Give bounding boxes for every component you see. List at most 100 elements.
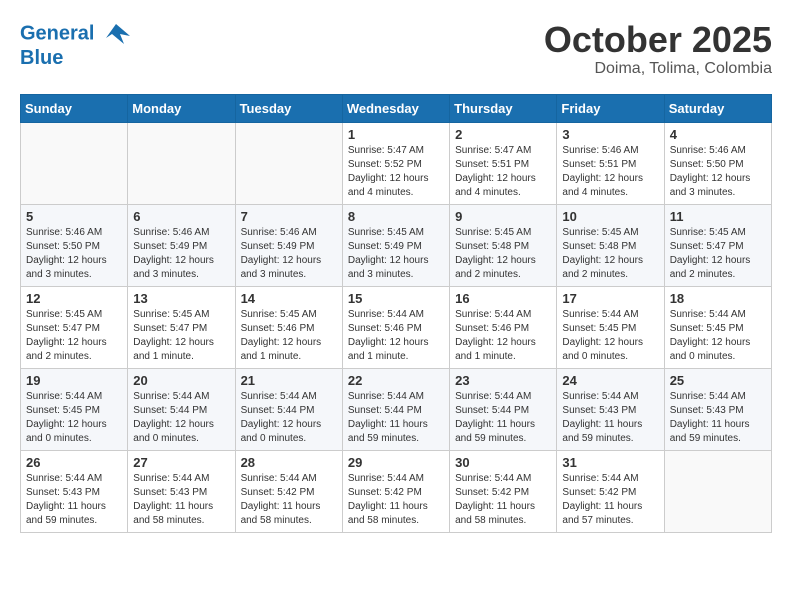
page-header: General Blue October 2025 Doima, Tolima,… [20,20,772,78]
weekday-header-sunday: Sunday [21,94,128,122]
weekday-header-saturday: Saturday [664,94,771,122]
day-info: Sunrise: 5:44 AM Sunset: 5:44 PM Dayligh… [241,390,337,446]
day-number: 23 [455,373,551,388]
day-number: 8 [348,209,444,224]
day-number: 14 [241,291,337,306]
weekday-header-friday: Friday [557,94,664,122]
day-number: 24 [562,373,658,388]
logo-blue: Blue [20,48,130,68]
weekday-header-tuesday: Tuesday [235,94,342,122]
calendar-cell [128,122,235,204]
calendar-cell [664,450,771,532]
calendar-cell: 11 Sunrise: 5:45 AM Sunset: 5:47 PM Dayli… [664,204,771,286]
calendar-cell: 25Sunrise: 5:44 AM Sunset: 5:43 PM Dayli… [664,368,771,450]
day-info: Sunrise: 5:44 AM Sunset: 5:43 PM Dayligh… [562,390,658,446]
calendar-cell: 3 Sunrise: 5:46 AM Sunset: 5:51 PM Daylig… [557,122,664,204]
day-info: Sunrise: 5:46 AM Sunset: 5:49 PM Dayligh… [241,226,337,282]
day-number: 2 [455,127,551,142]
day-info: Sunrise: 5:45 AM Sunset: 5:49 PM Dayligh… [348,226,444,282]
month-title: October 2025 [544,20,772,60]
day-info: Sunrise: 5:44 AM Sunset: 5:42 PM Dayligh… [562,472,658,528]
logo-general: General [20,22,94,44]
calendar-week-row: 12 Sunrise: 5:45 AM Sunset: 5:47 PM Dayli… [21,286,772,368]
calendar-cell: 18 Sunrise: 5:44 AM Sunset: 5:45 PM Dayli… [664,286,771,368]
weekday-header-row: SundayMondayTuesdayWednesdayThursdayFrid… [21,94,772,122]
calendar-cell: 13Sunrise: 5:45 AM Sunset: 5:47 PM Dayli… [128,286,235,368]
day-number: 9 [455,209,551,224]
day-info: Sunrise: 5:46 AM Sunset: 5:50 PM Dayligh… [670,144,766,200]
day-number: 20 [133,373,229,388]
day-number: 4 [670,127,766,142]
day-number: 1 [348,127,444,142]
day-info: Sunrise: 5:45 AM Sunset: 5:47 PM Dayligh… [670,226,766,282]
day-number: 12 [26,291,122,306]
calendar-cell: 5Sunrise: 5:46 AM Sunset: 5:50 PM Daylig… [21,204,128,286]
calendar-week-row: 19Sunrise: 5:44 AM Sunset: 5:45 PM Dayli… [21,368,772,450]
calendar-cell: 4 Sunrise: 5:46 AM Sunset: 5:50 PM Daylig… [664,122,771,204]
day-number: 28 [241,455,337,470]
weekday-header-thursday: Thursday [450,94,557,122]
calendar-cell: 24 Sunrise: 5:44 AM Sunset: 5:43 PM Dayli… [557,368,664,450]
day-info: Sunrise: 5:44 AM Sunset: 5:43 PM Dayligh… [26,472,122,528]
calendar-cell: 22 Sunrise: 5:44 AM Sunset: 5:44 PM Dayli… [342,368,449,450]
day-info: Sunrise: 5:44 AM Sunset: 5:42 PM Dayligh… [348,472,444,528]
calendar-cell: 26Sunrise: 5:44 AM Sunset: 5:43 PM Dayli… [21,450,128,532]
day-info: Sunrise: 5:44 AM Sunset: 5:46 PM Dayligh… [348,308,444,364]
calendar-week-row: 1Sunrise: 5:47 AM Sunset: 5:52 PM Daylig… [21,122,772,204]
calendar-cell: 9 Sunrise: 5:45 AM Sunset: 5:48 PM Daylig… [450,204,557,286]
calendar-cell: 30 Sunrise: 5:44 AM Sunset: 5:42 PM Dayli… [450,450,557,532]
day-number: 15 [348,291,444,306]
day-info: Sunrise: 5:44 AM Sunset: 5:46 PM Dayligh… [455,308,551,364]
day-info: Sunrise: 5:44 AM Sunset: 5:44 PM Dayligh… [133,390,229,446]
day-number: 27 [133,455,229,470]
calendar-cell: 16 Sunrise: 5:44 AM Sunset: 5:46 PM Dayli… [450,286,557,368]
calendar-cell: 19Sunrise: 5:44 AM Sunset: 5:45 PM Dayli… [21,368,128,450]
location-subtitle: Doima, Tolima, Colombia [544,60,772,78]
day-info: Sunrise: 5:44 AM Sunset: 5:43 PM Dayligh… [133,472,229,528]
calendar-cell: 27 Sunrise: 5:44 AM Sunset: 5:43 PM Dayli… [128,450,235,532]
day-info: Sunrise: 5:44 AM Sunset: 5:43 PM Dayligh… [670,390,766,446]
day-number: 19 [26,373,122,388]
day-number: 17 [562,291,658,306]
day-info: Sunrise: 5:46 AM Sunset: 5:49 PM Dayligh… [133,226,229,282]
day-number: 11 [670,209,766,224]
logo: General Blue [20,20,130,68]
day-info: Sunrise: 5:44 AM Sunset: 5:45 PM Dayligh… [670,308,766,364]
day-info: Sunrise: 5:46 AM Sunset: 5:50 PM Dayligh… [26,226,122,282]
day-number: 30 [455,455,551,470]
day-number: 16 [455,291,551,306]
calendar-week-row: 5Sunrise: 5:46 AM Sunset: 5:50 PM Daylig… [21,204,772,286]
calendar-cell: 8 Sunrise: 5:45 AM Sunset: 5:49 PM Daylig… [342,204,449,286]
day-number: 6 [133,209,229,224]
calendar-cell: 15 Sunrise: 5:44 AM Sunset: 5:46 PM Dayli… [342,286,449,368]
day-number: 21 [241,373,337,388]
weekday-header-monday: Monday [128,94,235,122]
day-number: 31 [562,455,658,470]
day-number: 29 [348,455,444,470]
day-info: Sunrise: 5:45 AM Sunset: 5:48 PM Dayligh… [455,226,551,282]
day-info: Sunrise: 5:44 AM Sunset: 5:42 PM Dayligh… [455,472,551,528]
day-info: Sunrise: 5:47 AM Sunset: 5:51 PM Dayligh… [455,144,551,200]
title-block: October 2025 Doima, Tolima, Colombia [544,20,772,78]
logo-bird-icon [102,20,130,48]
day-number: 18 [670,291,766,306]
calendar-cell: 29 Sunrise: 5:44 AM Sunset: 5:42 PM Dayli… [342,450,449,532]
calendar-cell: 23 Sunrise: 5:44 AM Sunset: 5:44 PM Dayli… [450,368,557,450]
calendar-table: SundayMondayTuesdayWednesdayThursdayFrid… [20,94,772,533]
day-info: Sunrise: 5:44 AM Sunset: 5:44 PM Dayligh… [455,390,551,446]
day-info: Sunrise: 5:45 AM Sunset: 5:48 PM Dayligh… [562,226,658,282]
day-info: Sunrise: 5:46 AM Sunset: 5:51 PM Dayligh… [562,144,658,200]
calendar-cell: 6 Sunrise: 5:46 AM Sunset: 5:49 PM Daylig… [128,204,235,286]
day-info: Sunrise: 5:44 AM Sunset: 5:44 PM Dayligh… [348,390,444,446]
calendar-cell: 2 Sunrise: 5:47 AM Sunset: 5:51 PM Daylig… [450,122,557,204]
day-info: Sunrise: 5:45 AM Sunset: 5:47 PM Dayligh… [26,308,122,364]
day-info: Sunrise: 5:45 AM Sunset: 5:46 PM Dayligh… [241,308,337,364]
calendar-cell: 28Sunrise: 5:44 AM Sunset: 5:42 PM Dayli… [235,450,342,532]
day-number: 22 [348,373,444,388]
calendar-cell: 7 Sunrise: 5:46 AM Sunset: 5:49 PM Daylig… [235,204,342,286]
calendar-cell: 20 Sunrise: 5:44 AM Sunset: 5:44 PM Dayli… [128,368,235,450]
day-number: 7 [241,209,337,224]
day-number: 10 [562,209,658,224]
calendar-cell: 21 Sunrise: 5:44 AM Sunset: 5:44 PM Dayli… [235,368,342,450]
day-number: 3 [562,127,658,142]
